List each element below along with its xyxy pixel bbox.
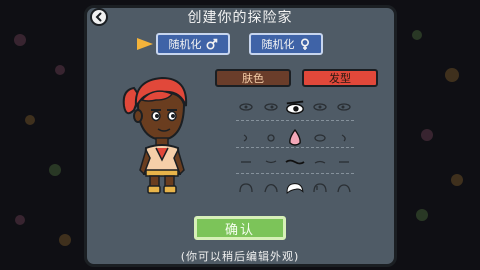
eyes-option-selected[interactable] [285, 97, 305, 117]
nose-option-selected[interactable] [285, 128, 305, 148]
eyes-option-row [236, 97, 354, 117]
mouth-option-2[interactable] [261, 152, 281, 172]
back-button[interactable] [90, 8, 108, 26]
randomize-female-button[interactable]: 随机化 [249, 33, 323, 55]
background-decor-left [14, 34, 71, 246]
nose-option-4[interactable] [310, 128, 330, 148]
nose-option-row [236, 128, 354, 148]
eyes-option-4[interactable] [310, 97, 330, 117]
background-decor-right [412, 30, 463, 221]
nose-option-5[interactable] [334, 128, 354, 148]
female-symbol-icon [300, 37, 309, 50]
mouth-option-1[interactable] [236, 152, 256, 172]
page-title: 创建你的探险家 [187, 10, 293, 26]
eyes-option-1[interactable] [236, 97, 256, 117]
hair-option-row [236, 178, 354, 198]
mouth-option-row [236, 152, 354, 172]
row-divider [236, 120, 354, 121]
hair-option-2[interactable] [261, 178, 281, 198]
hair-option-4[interactable] [310, 178, 330, 198]
row-divider [236, 173, 354, 174]
randomize-male-label: 随机化 [168, 38, 202, 51]
edit-later-hint: (你可以稍后编辑外观) [180, 250, 300, 263]
row-divider [236, 147, 354, 148]
tab-skin-color[interactable]: 肤色 [215, 69, 291, 87]
hair-option-5[interactable] [334, 178, 354, 198]
male-symbol-icon [205, 38, 217, 50]
eyes-option-5[interactable] [334, 97, 354, 117]
character-portrait [122, 76, 188, 194]
eyes-option-2[interactable] [261, 97, 281, 117]
hair-option-1[interactable] [236, 178, 256, 198]
nose-option-2[interactable] [261, 128, 281, 148]
mouth-option-5[interactable] [334, 152, 354, 172]
mouth-option-4[interactable] [310, 152, 330, 172]
tab-hairstyle[interactable]: 发型 [302, 69, 378, 87]
nose-option-1[interactable] [236, 128, 256, 148]
back-arrow-icon [95, 12, 102, 22]
selector-arrow-icon [137, 38, 153, 50]
randomize-female-label: 随机化 [261, 38, 295, 51]
hair-option-selected[interactable] [285, 178, 305, 198]
randomize-male-button[interactable]: 随机化 [156, 33, 230, 55]
mouth-option-selected[interactable] [285, 152, 305, 172]
confirm-button[interactable]: 确认 [194, 216, 286, 240]
